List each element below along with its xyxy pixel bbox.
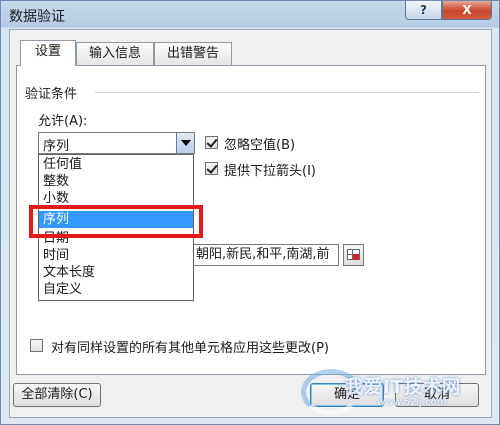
cancel-button[interactable]: 取消	[395, 383, 479, 407]
allow-select[interactable]: 序列	[38, 132, 195, 154]
ok-button[interactable]: 确定	[310, 383, 384, 407]
ignore-blank-checkbox[interactable]	[205, 136, 218, 149]
dropdown-arrow-label: 提供下拉箭头(I)	[224, 164, 316, 179]
dropdown-arrow-checkbox[interactable]	[205, 162, 218, 175]
list-item-time[interactable]: 时间	[39, 247, 193, 264]
range-select-button[interactable]	[343, 244, 364, 266]
dialog-body: 设置 输入信息 出错警告 验证条件 允许(A): 序列 忽略空值(B) 提供下拉…	[9, 29, 492, 418]
group-divider	[95, 92, 479, 93]
data-validation-dialog: 数据验证 ? X 设置 输入信息 出错警告 验证条件 允许(A): 序列 忽略空…	[0, 0, 500, 425]
list-item-list[interactable]: 序列	[39, 211, 193, 228]
source-input[interactable]: 朝阳,新民,和平,南湖,前	[193, 244, 339, 266]
tab-settings[interactable]: 设置	[20, 40, 76, 66]
list-item-any-value[interactable]: 任何值	[39, 156, 193, 173]
help-button[interactable]: ?	[405, 1, 442, 20]
allow-label: 允许(A):	[38, 114, 88, 129]
apply-all-label: 对有同样设置的所有其他单元格应用这些更改(P)	[51, 341, 329, 356]
list-item-date[interactable]: 日期	[39, 230, 193, 247]
list-item-text-length[interactable]: 文本长度	[39, 264, 193, 281]
close-button[interactable]: X	[442, 1, 492, 20]
list-item-decimal[interactable]: 小数	[39, 190, 193, 207]
allow-select-value: 序列	[43, 139, 70, 154]
dialog-title: 数据验证	[9, 9, 65, 25]
tab-error-alert[interactable]: 出错警告	[154, 42, 232, 65]
clear-all-button[interactable]: 全部清除(C)	[13, 383, 101, 407]
group-label-validation-criteria: 验证条件	[25, 87, 78, 102]
ignore-blank-label: 忽略空值(B)	[224, 138, 296, 153]
settings-panel: 验证条件 允许(A): 序列 忽略空值(B) 提供下拉箭头(I) 任何值 整数 …	[16, 65, 486, 375]
allow-dropdown-list[interactable]: 任何值 整数 小数 序列 日期 时间 文本长度 自定义	[38, 154, 194, 301]
title-bar[interactable]: 数据验证 ? X	[1, 1, 500, 28]
chevron-down-icon[interactable]	[176, 133, 194, 153]
apply-all-checkbox[interactable]	[30, 339, 43, 352]
list-item-whole-number[interactable]: 整数	[39, 173, 193, 190]
tab-input-message[interactable]: 输入信息	[76, 42, 154, 65]
list-item-custom[interactable]: 自定义	[39, 281, 193, 298]
range-marker-icon	[353, 254, 359, 260]
